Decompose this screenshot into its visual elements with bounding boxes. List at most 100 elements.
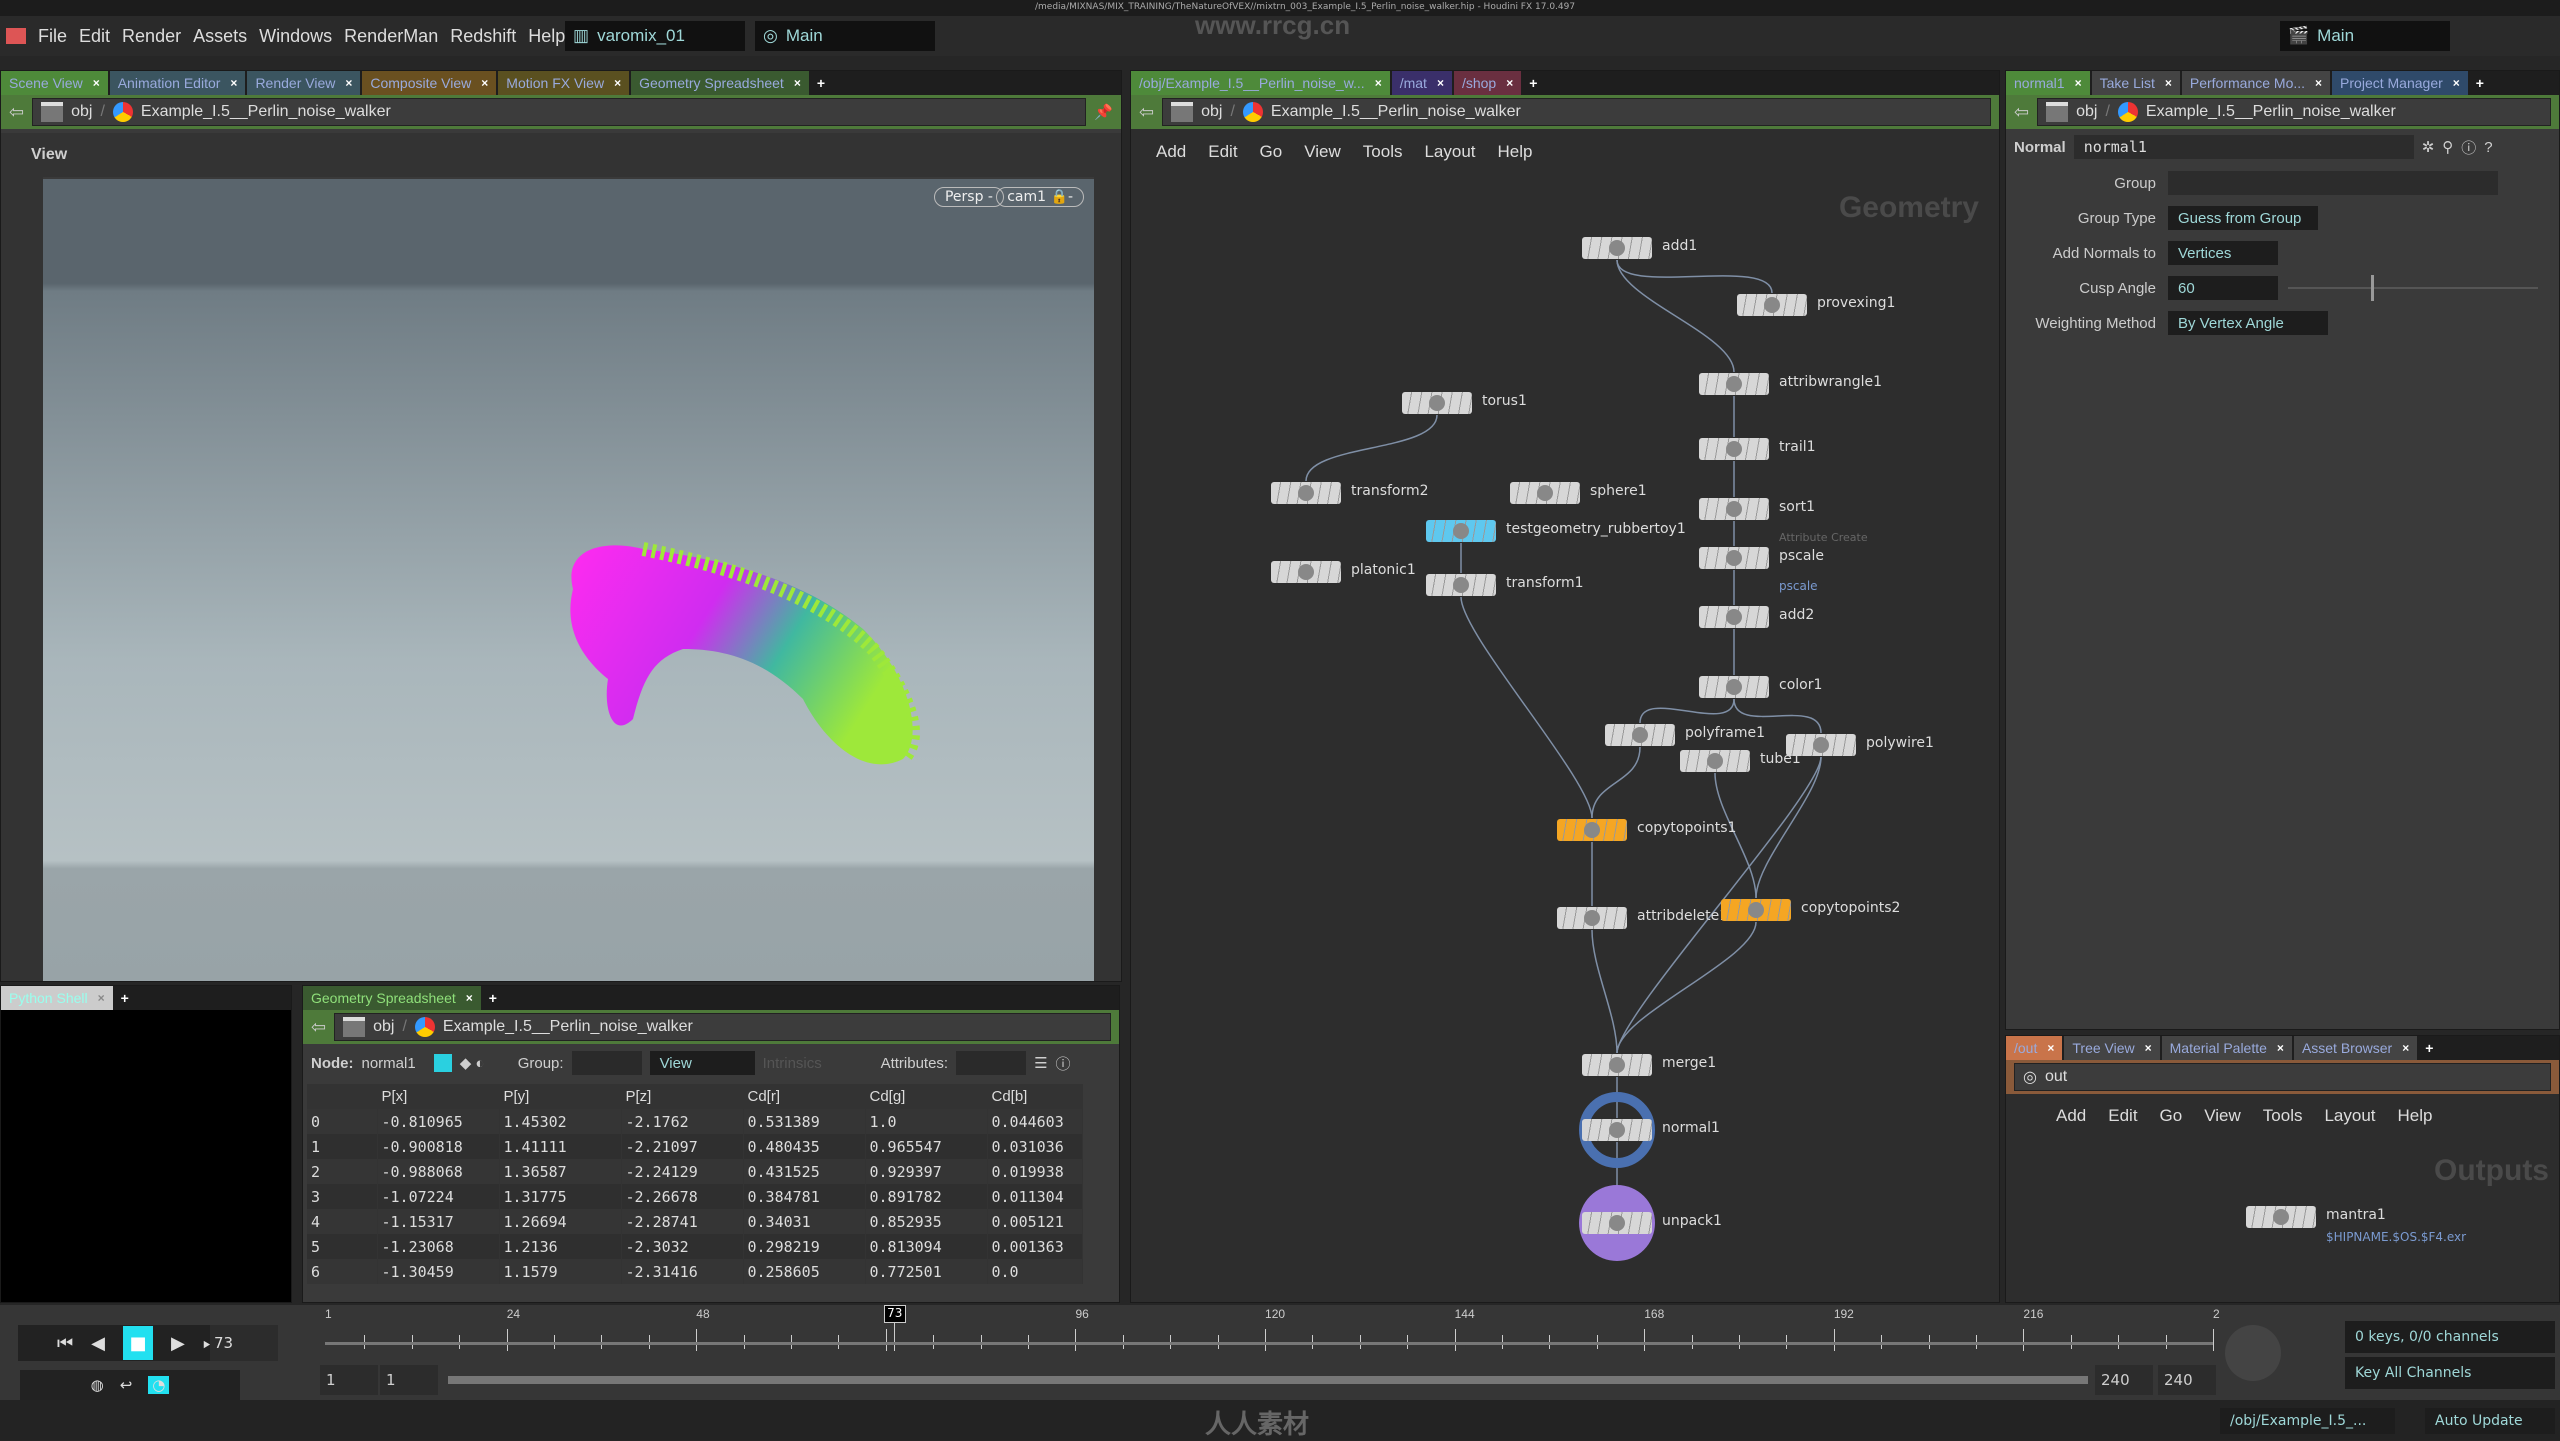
node-color1[interactable]: color1	[1699, 676, 1822, 698]
tab-scene-view[interactable]: Scene View ×	[1, 71, 108, 95]
close-icon[interactable]: ×	[345, 76, 352, 90]
node-trail1[interactable]: trail1	[1699, 438, 1816, 460]
search-icon[interactable]: ⚲	[2442, 138, 2453, 156]
menu-tools[interactable]: Tools	[2263, 1106, 2303, 1126]
tab-motion-fx-view[interactable]: Motion FX View ×	[498, 71, 630, 95]
node-polyframe1[interactable]: polyframe1	[1605, 724, 1765, 746]
node-sort1[interactable]: sort1	[1699, 498, 1815, 520]
param-value[interactable]: Vertices	[2168, 241, 2278, 265]
menu-help[interactable]: Help	[528, 26, 565, 47]
column-header[interactable]: P[x]	[377, 1084, 500, 1109]
left-tool-shelf[interactable]	[1, 177, 43, 981]
close-icon[interactable]: ×	[2277, 1041, 2284, 1055]
node-transform1[interactable]: transform1	[1426, 574, 1584, 596]
current-frame-field[interactable]: 73	[210, 1325, 278, 1361]
view-select[interactable]: View	[649, 1051, 755, 1075]
add-tab-button[interactable]: +	[2419, 1036, 2439, 1060]
menu-renderman[interactable]: RenderMan	[344, 26, 438, 47]
help-icon[interactable]: ?	[2484, 139, 2492, 156]
node-provexing1[interactable]: provexing1	[1737, 294, 1895, 316]
tab-animation-editor[interactable]: Animation Editor ×	[109, 71, 246, 95]
close-icon[interactable]: ×	[1506, 76, 1513, 90]
node-attribdelete1[interactable]: attribdelete1	[1557, 907, 1728, 929]
tab--obj-example-i-5-perlin-noise-w-[interactable]: /obj/Example_I.5__Perlin_noise_w... ×	[1131, 71, 1390, 95]
path-box[interactable]: obj / Example_I.5__Perlin_noise_walker	[2037, 98, 2551, 126]
menu-edit[interactable]: Edit	[2108, 1106, 2137, 1126]
menu-render[interactable]: Render	[122, 26, 181, 47]
node-copytopoints2[interactable]: copytopoints2	[1721, 899, 1900, 921]
menu-edit[interactable]: Edit	[1208, 142, 1237, 162]
node-pscale[interactable]: pscale Attribute Create pscale	[1699, 531, 1868, 593]
menu-help[interactable]: Help	[2398, 1106, 2433, 1126]
node-name-field[interactable]: normal1	[2073, 135, 2414, 159]
tab-performance-mo-[interactable]: Performance Mo... ×	[2181, 71, 2331, 95]
close-icon[interactable]: ×	[2145, 1041, 2152, 1055]
tab--out[interactable]: /out ×	[2006, 1036, 2063, 1060]
node-polywire1[interactable]: polywire1	[1786, 734, 1934, 756]
tab--shop[interactable]: /shop ×	[1453, 71, 1522, 95]
tab-geometry-spreadsheet[interactable]: Geometry Spreadsheet ×	[631, 71, 809, 95]
add-tab-button[interactable]: +	[1523, 71, 1543, 95]
path-box[interactable]: obj / Example_I.5__Perlin_noise_walker	[1162, 98, 1991, 126]
menu-view[interactable]: View	[2204, 1106, 2241, 1126]
node-platonic1[interactable]: platonic1	[1271, 561, 1416, 583]
tab-geometry-spreadsheet[interactable]: Geometry Spreadsheet ×	[303, 986, 481, 1010]
group-field[interactable]	[571, 1051, 642, 1075]
range-end-field[interactable]: 240	[2095, 1365, 2153, 1395]
play-reverse-icon[interactable]: ◀	[91, 1333, 105, 1354]
node-mantra1[interactable]: mantra1 $HIPNAME.$OS.$F4.exr	[2246, 1206, 2466, 1244]
back-icon[interactable]: ⇦	[2014, 102, 2029, 123]
slider-handle[interactable]	[2371, 275, 2375, 301]
right-display-shelf[interactable]	[1094, 177, 1121, 981]
intrinsics-select[interactable]: Intrinsics	[763, 1055, 873, 1072]
column-header[interactable]	[307, 1084, 378, 1109]
status-path[interactable]: /obj/Example_I.5_...	[2220, 1408, 2395, 1434]
tab-render-view[interactable]: Render View ×	[247, 71, 361, 95]
key-icon[interactable]	[2225, 1325, 2281, 1381]
close-icon[interactable]: ×	[230, 76, 237, 90]
cusp-angle-slider[interactable]	[2288, 275, 2538, 301]
close-icon[interactable]: ×	[481, 76, 488, 90]
close-icon[interactable]: ×	[1437, 76, 1444, 90]
close-icon[interactable]: ×	[2402, 1041, 2409, 1055]
pin-icon[interactable]: 📌	[1094, 103, 1113, 121]
add-tab-button[interactable]: +	[811, 71, 831, 95]
add-tab-button[interactable]: +	[2470, 71, 2490, 95]
playhead[interactable]: 73	[883, 1305, 906, 1323]
node-copytopoints1[interactable]: copytopoints1	[1557, 819, 1736, 841]
node-transform2[interactable]: transform2	[1271, 482, 1429, 504]
menu-file[interactable]: File	[38, 26, 67, 47]
column-header[interactable]: Cd[b]	[987, 1084, 1083, 1109]
timeline-track[interactable]	[325, 1342, 2213, 1345]
auto-update-select[interactable]: Auto Update	[2425, 1408, 2555, 1434]
tab-material-palette[interactable]: Material Palette ×	[2161, 1036, 2292, 1060]
back-icon[interactable]: ⇦	[9, 102, 24, 123]
range-end2-field[interactable]: 240	[2158, 1365, 2216, 1395]
add-tab-button[interactable]: +	[483, 986, 503, 1010]
close-icon[interactable]: ×	[2047, 1041, 2054, 1055]
help-icon[interactable]: ⓘ	[1056, 1053, 1071, 1074]
tab-composite-view[interactable]: Composite View ×	[362, 71, 497, 95]
param-value[interactable]: By Vertex Angle	[2168, 311, 2328, 335]
column-header[interactable]: P[y]	[499, 1084, 622, 1109]
close-icon[interactable]: ×	[614, 76, 621, 90]
close-icon[interactable]: ×	[2315, 76, 2322, 90]
menu-add[interactable]: Add	[2056, 1106, 2086, 1126]
cam-menu[interactable]: cam1 🔒-	[996, 187, 1084, 207]
menu-windows[interactable]: Windows	[259, 26, 332, 47]
menu-icon[interactable]: ☰	[1034, 1054, 1047, 1072]
menu-redshift[interactable]: Redshift	[450, 26, 516, 47]
close-icon[interactable]: ×	[1375, 76, 1382, 90]
node-add1[interactable]: add1	[1582, 237, 1697, 259]
column-header[interactable]: P[z]	[621, 1084, 744, 1109]
menu-tools[interactable]: Tools	[1363, 142, 1403, 162]
close-icon[interactable]: ×	[2453, 76, 2460, 90]
audio-icon[interactable]: ◍	[91, 1376, 104, 1394]
back-icon[interactable]: ⇦	[311, 1017, 326, 1038]
menu-layout[interactable]: Layout	[2324, 1106, 2375, 1126]
node-merge1[interactable]: merge1	[1582, 1054, 1716, 1076]
tab-take-list[interactable]: Take List ×	[2091, 71, 2180, 95]
node-torus1[interactable]: torus1	[1402, 392, 1527, 414]
close-icon[interactable]: ×	[2075, 76, 2082, 90]
info-icon[interactable]: ⓘ	[2461, 137, 2476, 158]
